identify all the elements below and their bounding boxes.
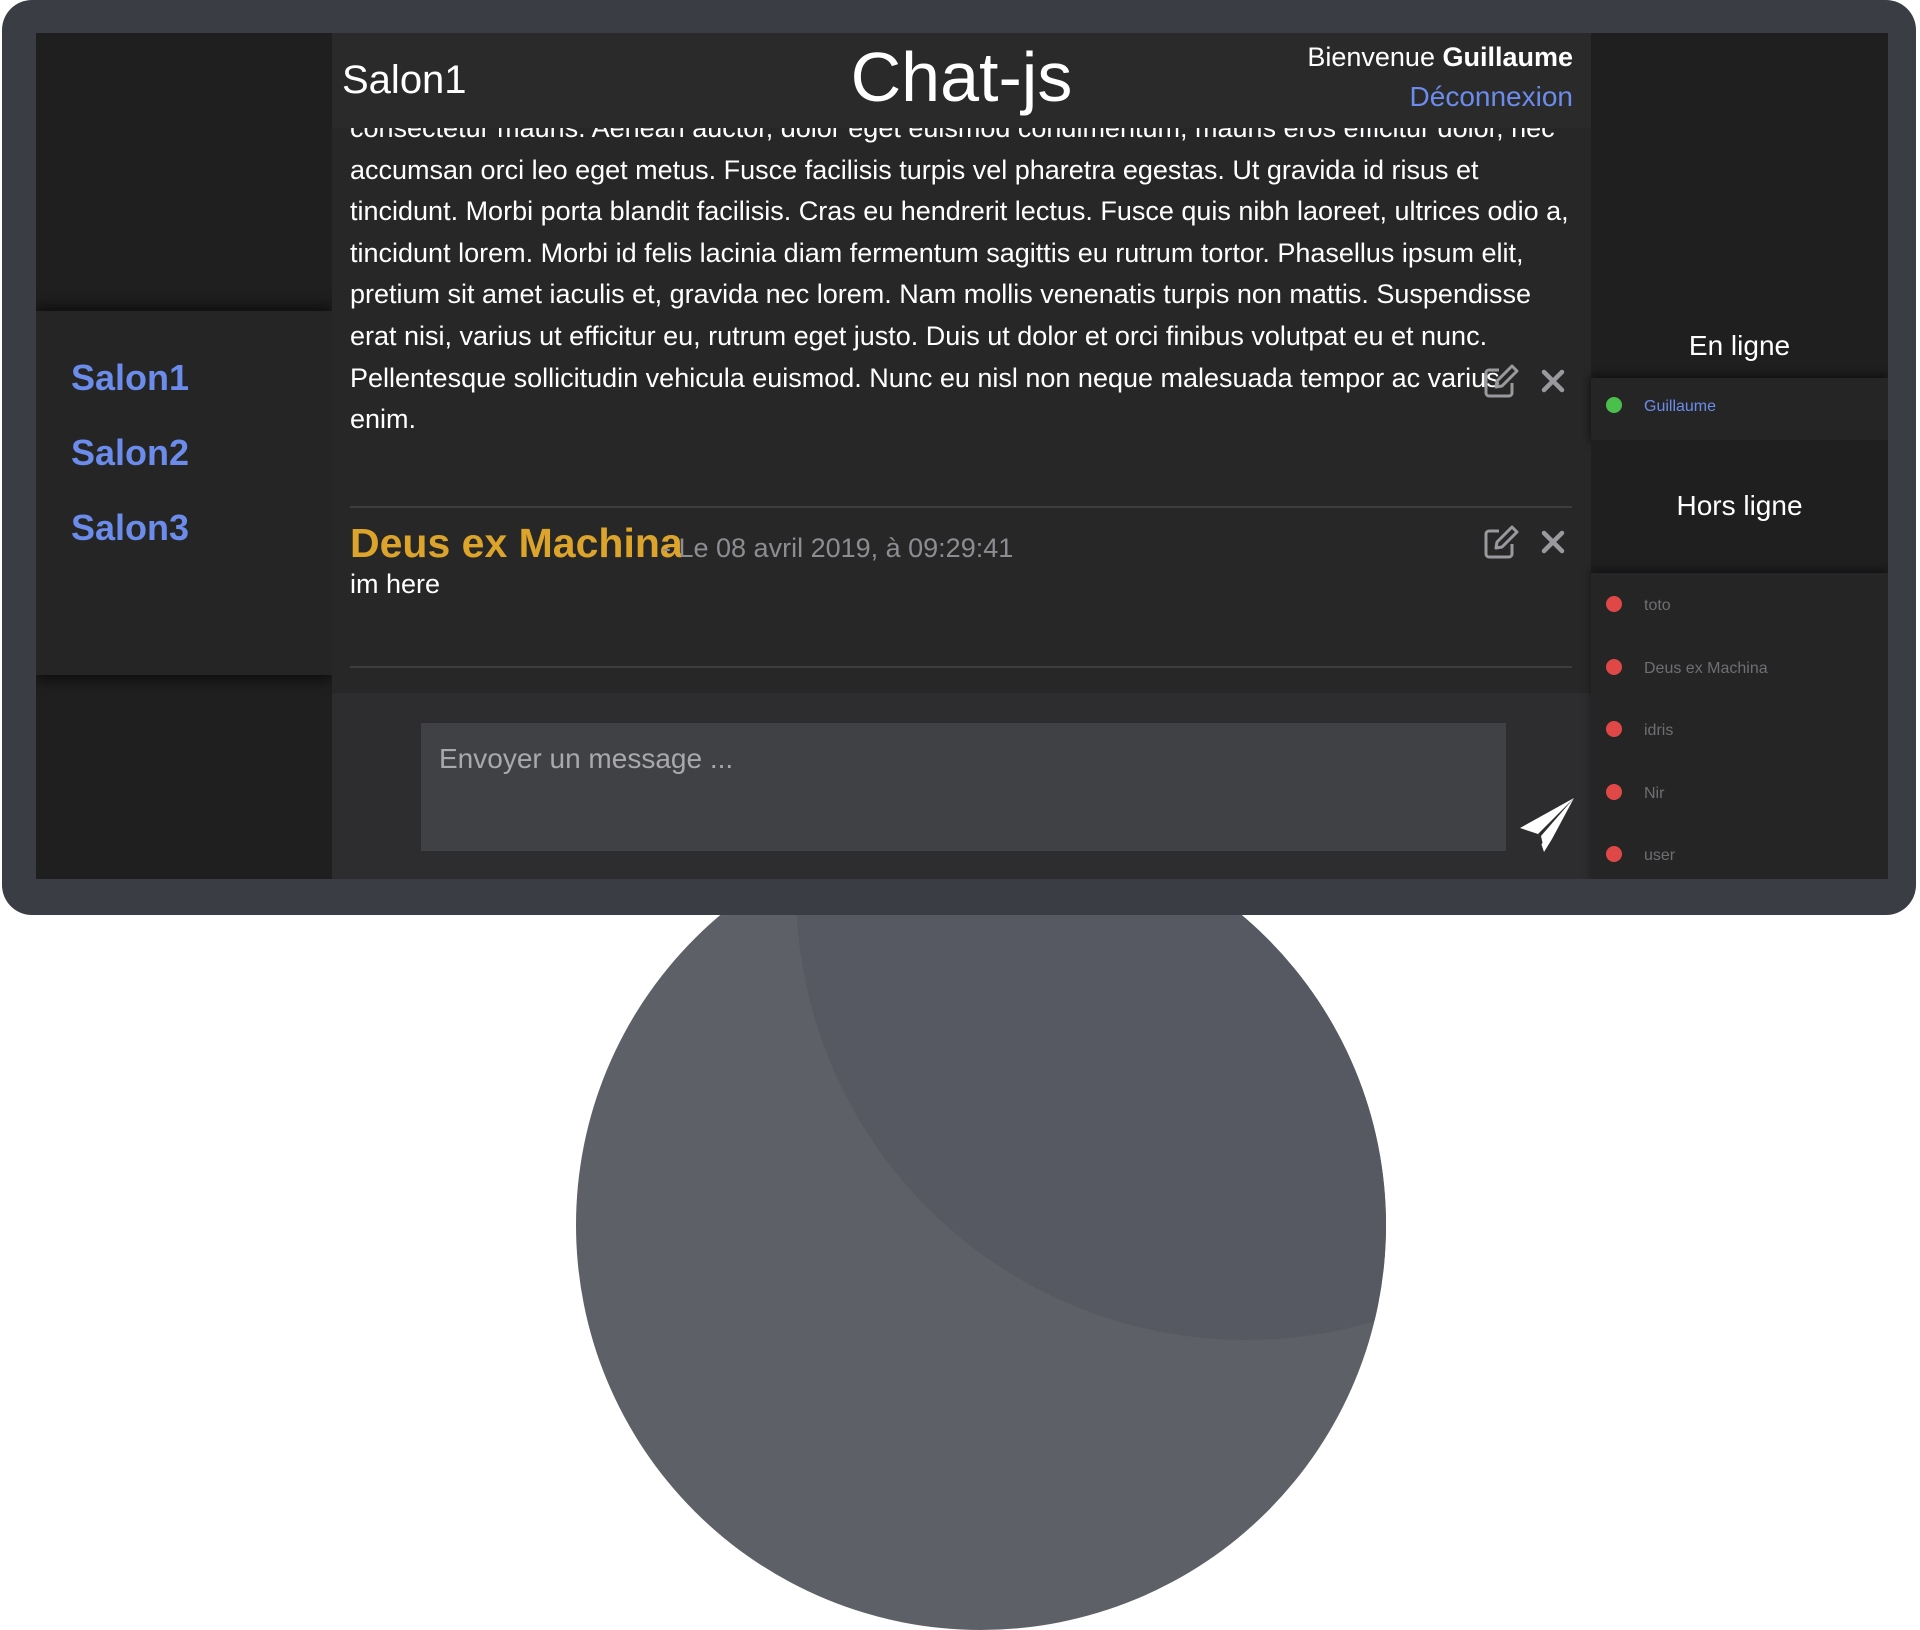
- logout-link[interactable]: Déconnexion: [1410, 81, 1573, 113]
- offline-status-dot: [1606, 721, 1622, 737]
- chat-header: Salon1 Chat-js Bienvenue Guillaume Décon…: [332, 33, 1591, 128]
- user-name: Deus ex Machina: [1644, 660, 1768, 677]
- user-item[interactable]: Deus ex Machina: [1591, 648, 1888, 688]
- room-link-salon3[interactable]: Salon3: [71, 507, 189, 549]
- close-icon[interactable]: [1536, 364, 1574, 402]
- user-item[interactable]: Nir: [1591, 773, 1888, 813]
- offline-status-dot: [1606, 846, 1622, 862]
- welcome-text: Bienvenue Guillaume: [1307, 42, 1573, 73]
- message-composer: [332, 693, 1591, 879]
- offline-section-header: Hors ligne: [1591, 440, 1888, 573]
- message-list[interactable]: consectetur mauris. Aenean auctor, dolor…: [332, 128, 1591, 693]
- user-item[interactable]: Guillaume: [1591, 386, 1888, 426]
- user-item[interactable]: idris: [1591, 710, 1888, 750]
- room-link-salon1[interactable]: Salon1: [71, 357, 189, 399]
- offline-users-list: toto Deus ex Machina idris Nir user: [1591, 573, 1888, 879]
- online-section-header: En ligne: [1591, 33, 1888, 378]
- offline-status-dot: [1606, 596, 1622, 612]
- monitor-stand: [576, 820, 1386, 1630]
- edit-icon[interactable]: [1482, 523, 1520, 561]
- online-status-dot: [1606, 397, 1622, 413]
- message-timestamp: - Le 08 avril 2019, à 09:29:41: [662, 533, 1014, 563]
- room-link-salon2[interactable]: Salon2: [71, 432, 189, 474]
- close-icon[interactable]: [1536, 525, 1574, 563]
- chat-main: Salon1 Chat-js Bienvenue Guillaume Décon…: [332, 33, 1591, 879]
- user-name: user: [1644, 847, 1676, 864]
- user-name: Guillaume: [1644, 398, 1717, 415]
- user-item[interactable]: toto: [1591, 585, 1888, 625]
- offline-status-dot: [1606, 659, 1622, 675]
- edit-icon[interactable]: [1482, 362, 1520, 400]
- message-text: consectetur mauris. Aenean auctor, dolor…: [350, 128, 1569, 435]
- user-name: Nir: [1644, 785, 1665, 802]
- message-author: Deus ex Machina: [350, 520, 683, 566]
- user-item[interactable]: user: [1591, 835, 1888, 875]
- welcome-prefix: Bienvenue: [1307, 42, 1443, 72]
- message-input[interactable]: [421, 723, 1506, 851]
- app-screen: Salon1 Salon2 Salon3 Salon1 Chat-js Bien…: [36, 33, 1888, 879]
- user-name: toto: [1644, 597, 1671, 614]
- online-title: En ligne: [1688, 330, 1791, 361]
- monitor-bezel: Salon1 Salon2 Salon3 Salon1 Chat-js Bien…: [2, 0, 1916, 915]
- offline-title: Hors ligne: [1676, 490, 1803, 521]
- rooms-sidebar: Salon1 Salon2 Salon3: [36, 33, 332, 879]
- rooms-panel: Salon1 Salon2 Salon3: [36, 311, 332, 675]
- message-divider: [350, 506, 1572, 508]
- online-users-list: Guillaume: [1591, 378, 1888, 440]
- user-name: idris: [1644, 722, 1674, 739]
- current-username: Guillaume: [1442, 42, 1573, 72]
- offline-status-dot: [1606, 784, 1622, 800]
- message-divider: [350, 666, 1572, 668]
- users-sidebar: En ligne Guillaume Hors ligne toto Deus …: [1591, 33, 1888, 879]
- message-text: im here: [350, 569, 441, 599]
- paper-plane-icon[interactable]: [1516, 795, 1580, 855]
